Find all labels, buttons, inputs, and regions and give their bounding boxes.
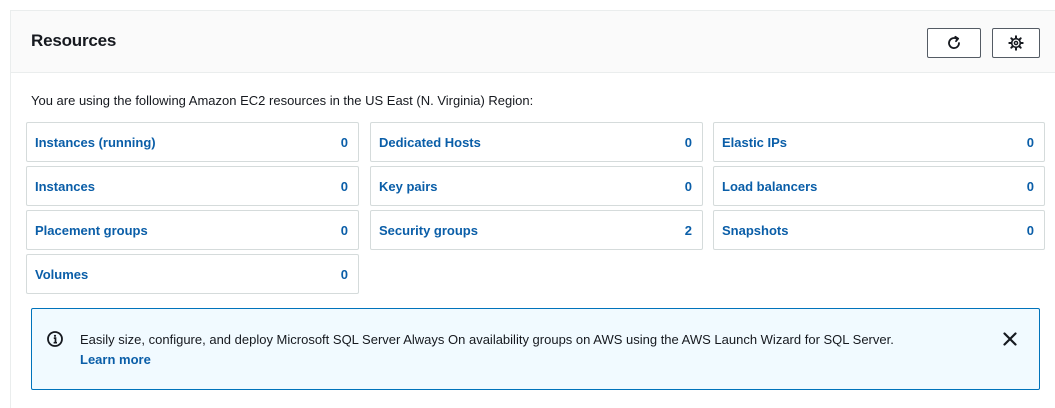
resource-count: 0 [1026,134,1034,150]
resource-card-key-pairs[interactable]: Key pairs 0 [370,166,703,206]
resource-card-dedicated-hosts[interactable]: Dedicated Hosts 0 [370,122,703,162]
resource-card-snapshots[interactable]: Snapshots 0 [713,210,1045,250]
refresh-icon [948,35,960,49]
resource-count: 0 [340,134,348,150]
resource-card-security-groups[interactable]: Security groups 2 [370,210,703,250]
resource-link[interactable]: Instances (running) [35,135,156,150]
resource-link[interactable]: Placement groups [35,223,148,238]
resource-count: 0 [1026,222,1034,238]
resource-count: 2 [684,222,692,238]
resource-count: 0 [340,266,348,282]
resource-count: 0 [340,178,348,194]
panel-title: Resources [31,31,117,50]
resource-link[interactable]: Security groups [379,223,478,238]
gear-icon [1008,35,1024,51]
info-icon [47,331,63,347]
resource-card-placement-groups[interactable]: Placement groups 0 [26,210,359,250]
resource-link[interactable]: Load balancers [722,179,817,194]
panel-header: Resources [11,11,1055,73]
resource-count: 0 [684,134,692,150]
resource-link[interactable]: Instances [35,179,95,194]
resource-card-volumes[interactable]: Volumes 0 [26,254,359,294]
intro-text: You are using the following Amazon EC2 r… [31,93,534,108]
resource-count: 0 [1026,178,1034,194]
close-icon[interactable] [1001,330,1019,348]
info-banner-text: Easily size, configure, and deploy Micro… [80,330,894,370]
resource-link[interactable]: Volumes [35,267,88,282]
resource-card-instances[interactable]: Instances 0 [26,166,359,206]
resource-link[interactable]: Dedicated Hosts [379,135,481,150]
info-banner-message: Easily size, configure, and deploy Micro… [80,332,894,347]
resource-card-load-balancers[interactable]: Load balancers 0 [713,166,1045,206]
resource-link[interactable]: Key pairs [379,179,438,194]
resource-link[interactable]: Elastic IPs [722,135,787,150]
resource-card-elastic-ips[interactable]: Elastic IPs 0 [713,122,1045,162]
settings-button[interactable] [992,28,1040,58]
resource-link[interactable]: Snapshots [722,223,788,238]
resource-card-instances-running[interactable]: Instances (running) 0 [26,122,359,162]
resource-count: 0 [340,222,348,238]
resource-count: 0 [684,178,692,194]
refresh-button[interactable] [927,28,981,58]
resources-panel: Resources You are using the following Am… [10,10,1055,408]
info-banner: Easily size, configure, and deploy Micro… [31,308,1040,390]
learn-more-link[interactable]: Learn more [80,350,894,370]
